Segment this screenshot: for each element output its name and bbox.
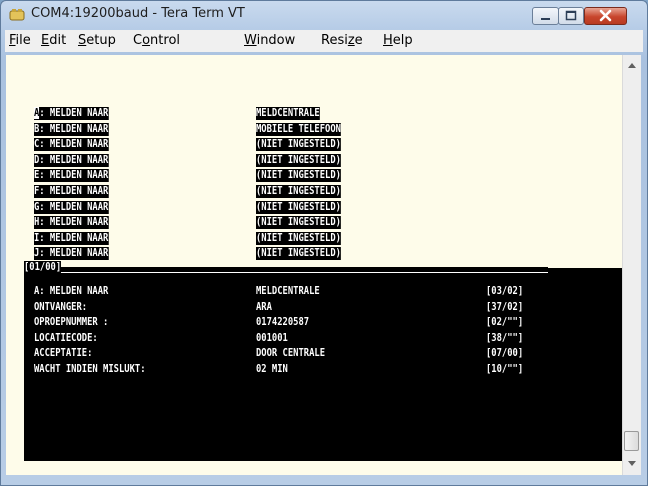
detail-row-value: 02 MIN	[256, 362, 288, 375]
scrollbar-thumb[interactable]	[624, 431, 639, 451]
detail-row-label: WACHT INDIEN MISLUKT:	[34, 362, 146, 375]
detail-row-label: LOCATIECODE:	[34, 331, 98, 344]
profile-row-value: (NIET INGESTELD)	[256, 153, 341, 167]
scroll-up-arrow-icon[interactable]	[628, 63, 636, 68]
menu-resize-label: e	[354, 33, 363, 48]
profile-row-label: C: MELDEN NAAR	[34, 138, 109, 152]
menu-control-pre: C	[133, 33, 143, 48]
profile-row-label-text: J: MELDEN NAAR	[34, 247, 109, 260]
profile-row-value: (NIET INGESTELD)	[256, 169, 341, 183]
profile-row-label: A: MELDEN NAAR	[34, 107, 109, 120]
profile-row-value: MOBIELE TELEFOON	[256, 122, 341, 136]
detail-row-label: A: MELDEN NAAR	[34, 285, 109, 297]
profile-row-value: (NIET INGESTELD)	[256, 231, 341, 245]
detail-row-value: 001001	[256, 331, 288, 344]
menu-file-label: ile	[15, 33, 31, 48]
profile-row-label: H: MELDEN NAAR	[34, 216, 109, 230]
detail-row-code: [37/02]	[486, 300, 524, 313]
vertical-scrollbar[interactable]	[622, 55, 641, 475]
profile-row-value: MELDCENTRALE	[256, 107, 320, 120]
window-title: COM4:19200baud - Tera Term VT	[31, 6, 245, 21]
profile-row-label-text: H: MELDEN NAAR	[34, 216, 109, 229]
profile-row-label: J: MELDEN NAAR	[34, 247, 109, 261]
menu-help-accel: H	[383, 33, 393, 48]
menu-edit-label: dit	[49, 33, 67, 48]
menu-control-label: ntrol	[150, 33, 181, 48]
detail-row-code: [02/""]	[486, 316, 524, 328]
menu-edit-accel: E	[41, 33, 50, 48]
profile-row-label-text: I: MELDEN NAAR	[34, 231, 109, 244]
section-header: [01/00]	[24, 261, 62, 274]
scroll-down-arrow-icon[interactable]	[628, 461, 636, 466]
menu-resize[interactable]: Resize	[321, 33, 363, 48]
profile-row-label: D: MELDEN NAAR	[34, 153, 109, 167]
menu-resize-accel: z	[347, 33, 355, 48]
menu-control-accel: o	[142, 33, 151, 48]
profile-row-label: I: MELDEN NAAR	[34, 231, 109, 245]
profile-row-label: B: MELDEN NAAR	[34, 122, 109, 136]
menu-edit[interactable]: Edit	[41, 33, 66, 48]
menu-window-label: indow	[256, 33, 296, 48]
detail-row-value: MELDCENTRALE	[256, 285, 320, 297]
menu-resize-pre: Resi	[321, 33, 348, 48]
profile-row-label-text: D: MELDEN NAAR	[34, 153, 109, 166]
detail-row-code: [07/00]	[486, 347, 524, 359]
detail-row-label: OPROEPNUMMER :	[34, 316, 109, 328]
tera-term-window: COM4:19200baud - Tera Term VT File Edit …	[0, 0, 648, 486]
profile-row-value: (NIET INGESTELD)	[256, 247, 341, 261]
tera-term-app-icon[interactable]	[9, 7, 25, 23]
profile-row-label-text: C: MELDEN NAAR	[34, 138, 109, 151]
section-divider-highlight	[24, 272, 548, 273]
menu-control[interactable]: Control	[133, 33, 180, 48]
detail-row-value: DOOR CENTRALE	[256, 347, 326, 359]
menu-help[interactable]: Help	[383, 33, 413, 48]
profile-row-label-text: F: MELDEN NAAR	[34, 185, 109, 197]
menu-help-label: elp	[392, 33, 413, 48]
profile-row-value: (NIET INGESTELD)	[256, 138, 341, 152]
profile-row-label: G: MELDEN NAAR	[34, 200, 109, 214]
profile-row-value: (NIET INGESTELD)	[256, 185, 341, 198]
profile-row-value: (NIET INGESTELD)	[256, 216, 341, 230]
menu-setup[interactable]: Setup	[78, 33, 116, 48]
profile-row-label-text: G: MELDEN NAAR	[34, 200, 109, 213]
profile-row-label-text: : MELDEN NAAR	[39, 107, 109, 119]
menu-bar: File Edit Setup Control Window Resize He…	[5, 30, 643, 52]
detail-row-label: ACCEPTATIE:	[34, 347, 93, 359]
close-icon	[599, 9, 612, 22]
maximize-icon	[565, 10, 577, 21]
menu-window[interactable]: Window	[244, 33, 295, 48]
title-bar[interactable]: COM4:19200baud - Tera Term VT	[1, 1, 647, 29]
detail-row-value: 0174220587	[256, 316, 310, 328]
profile-row-label: F: MELDEN NAAR	[34, 185, 109, 198]
detail-row-code: [10/""]	[486, 362, 524, 375]
terminal-bottom-margin	[6, 471, 622, 475]
profile-row-label-text: B: MELDEN NAAR	[34, 122, 109, 135]
menu-window-accel: W	[244, 33, 257, 48]
detail-row-code: [38/""]	[486, 331, 524, 344]
profile-row-label: E: MELDEN NAAR	[34, 169, 109, 183]
profile-row-label-text: E: MELDEN NAAR	[34, 169, 109, 182]
terminal-screen[interactable]: [01/00] A: MELDEN NAAR MELDCENTRALE B: MEL…	[6, 55, 622, 471]
profile-row-value: (NIET INGESTELD)	[256, 200, 341, 214]
detail-row-label: ONTVANGER:	[34, 300, 88, 313]
menu-file[interactable]: File	[9, 33, 31, 48]
detail-row-value: ARA	[256, 300, 272, 313]
menu-setup-label: etup	[86, 33, 116, 48]
close-button[interactable]	[584, 7, 627, 25]
detail-row-code: [03/02]	[486, 285, 524, 297]
maximize-button[interactable]	[558, 7, 584, 25]
minimize-button[interactable]	[532, 7, 559, 25]
minimize-icon	[541, 18, 550, 20]
